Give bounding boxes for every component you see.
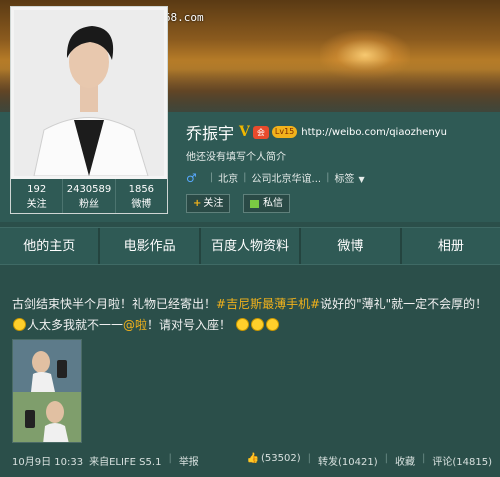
post-text-segment: 说好的"薄礼"就一定不会厚的！ [320,297,488,311]
tab-album[interactable]: 相册 [402,228,500,264]
stat-posts-value: 1856 [128,184,155,195]
post-text: 古剑结束快半个月啦！礼物已经寄出！#吉尼斯最薄手机#说好的"薄礼"就一定不会厚的… [12,294,492,336]
post-timestamp[interactable]: 10月9日 10:33 [12,453,83,468]
profile-stats: 192 关注 2430589 粉丝 1856 微博 [11,179,167,213]
post-image[interactable] [12,339,82,443]
profile-bio: 他还没有填写个人简介 [186,152,286,163]
tongue-emoji-icon [13,318,26,331]
message-icon [250,199,259,208]
male-icon: ♂ [186,170,197,185]
tags-label: 标签 [334,174,355,185]
post-text-segment: 古剑结束快半个月啦！礼物已经寄出！ [12,297,217,311]
stat-following-label: 关注 [26,199,47,210]
smile-emoji-icon [235,318,249,331]
hashtag-link[interactable]: #吉尼斯最薄手机# [216,297,320,311]
level-badge[interactable]: Lv15 [271,126,298,138]
report-link[interactable]: 举报 [179,453,199,468]
stat-posts-label: 微博 [131,199,152,210]
caret-down-icon: ▼ [358,175,365,184]
plus-icon: + [193,198,202,209]
profile-card: 192 关注 2430589 粉丝 1856 微博 [10,6,168,214]
stat-following-value: 192 [27,184,47,195]
profile-url-link[interactable]: http://weibo.com/qiaozhenyu [301,127,447,138]
profile-location: 北京 [218,174,239,185]
tab-baidu-profile[interactable]: 百度人物资料 [201,228,302,264]
stat-followers[interactable]: 2430589 粉丝 [63,179,116,213]
profile-name: 乔振宇 [186,124,235,143]
tab-home[interactable]: 他的主页 [0,228,101,264]
thumbs-up-icon: 👍 [246,453,259,464]
vip-badge-icon[interactable]: 会 [252,125,269,139]
post-actions: 👍 (53502) | 转发(10421) | 收藏 | 评论(14815) [247,453,492,468]
stat-followers-label: 粉丝 [78,199,99,210]
profile-info-row: ♂ | 北京 | 公司北京华谊... | 标签 ▼ [186,170,365,186]
tab-films[interactable]: 电影作品 [100,228,201,264]
smile-emoji-icon [265,318,279,331]
stat-followers-value: 2430589 [66,184,112,195]
divider: | [168,453,172,464]
post-text-segment: 人太多我就不一一 [27,318,124,332]
divider: | [422,453,426,464]
divider: | [307,453,311,464]
post-meta-left: 10月9日 10:33 来自ELIFE S5.1 | 举报 [12,453,199,468]
stat-following[interactable]: 192 关注 [11,179,64,213]
post-line-1: 古剑结束快半个月啦！礼物已经寄出！#吉尼斯最薄手机#说好的"薄礼"就一定不会厚的… [12,294,492,315]
profile-tabs: 他的主页 电影作品 百度人物资料 微博 相册 [0,227,500,265]
favorite-button[interactable]: 收藏 [395,453,415,468]
smile-emoji-icon [250,318,264,331]
tab-weibo[interactable]: 微博 [301,228,402,264]
stat-posts[interactable]: 1856 微博 [116,179,167,213]
post-line-2: 人太多我就不一一@啦！请对号入座！ [12,315,492,336]
post-source[interactable]: 来自ELIFE S5.1 [89,453,161,468]
divider: | [384,453,388,464]
like-count: (53502) [261,453,301,464]
divider: | [243,172,247,183]
tags-dropdown[interactable]: 标签 ▼ [334,170,364,185]
comment-button[interactable]: 评论(14815) [432,453,492,468]
post-image-photo [13,340,81,442]
divider: | [209,172,214,183]
follow-label: 关注 [203,198,224,209]
verified-badge-icon[interactable]: V [239,124,250,140]
avatar-photo [14,10,164,176]
profile-name-row: 乔振宇 V 会 Lv15 http://weibo.com/qiaozhenyu [186,120,447,144]
mention-link[interactable]: @啦 [123,318,147,332]
profile-company: 公司北京华谊... [251,174,322,185]
message-button[interactable]: 私信 [243,194,290,213]
post-text-segment: ！请对号入座！ [147,318,232,332]
repost-button[interactable]: 转发(10421) [318,453,378,468]
message-label: 私信 [263,198,283,209]
avatar[interactable] [14,10,164,176]
divider: | [326,172,330,183]
follow-button[interactable]: + 关注 [186,194,231,213]
post-meta: 10月9日 10:33 来自ELIFE S5.1 | 举报 👍 (53502) |… [12,453,492,468]
like-button[interactable]: 👍 (53502) [247,453,301,468]
